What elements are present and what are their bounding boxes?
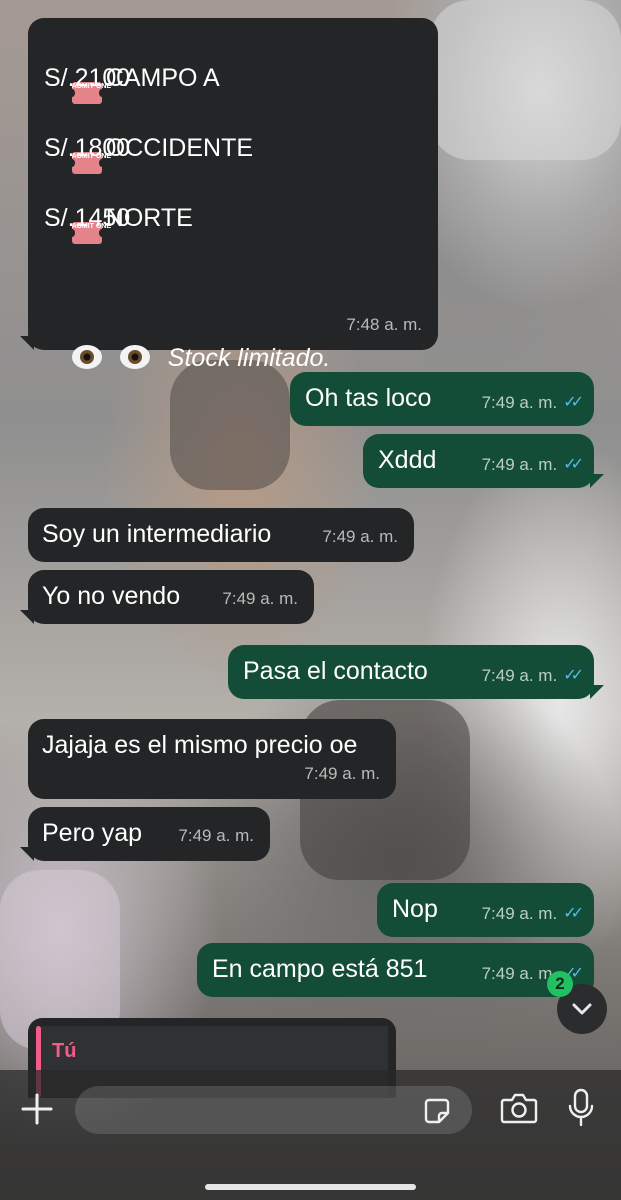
message-text: Xddd	[378, 446, 437, 474]
message-text: Oh tas loco	[305, 384, 432, 412]
plus-icon[interactable]	[20, 1092, 54, 1126]
message-bubble-outgoing[interactable]: En campo está 851 7:49 a. m. ✓✓	[197, 943, 594, 997]
eyes-emoji	[71, 345, 102, 369]
eyes-emoji	[119, 345, 150, 369]
message-input[interactable]	[75, 1086, 472, 1134]
message-time: 7:48 a. m.	[346, 315, 422, 334]
message-bubble-outgoing[interactable]: Xddd 7:49 a. m. ✓✓	[363, 434, 594, 488]
message-meta: 7:49 a. m. ✓✓	[482, 658, 584, 693]
bubble-tail	[20, 847, 34, 861]
message-meta: 7:49 a. m. ✓✓	[482, 385, 584, 420]
message-time: 7:49 a. m.	[481, 964, 558, 983]
double-check-icon: ✓✓	[563, 456, 584, 473]
message-time: 7:49 a. m.	[322, 527, 398, 546]
composer-bar	[0, 1070, 621, 1200]
bubble-tail	[20, 336, 34, 350]
price-line: S/.1450	[44, 204, 131, 232]
message-text: Yo no vendo	[42, 582, 181, 610]
price-line: S/.1800	[44, 134, 131, 162]
message-text: Nop	[392, 895, 438, 923]
message-bubble-incoming[interactable]: Soy un intermediario 7:49 a. m.	[28, 508, 414, 562]
bubble-tail	[590, 685, 604, 699]
chevron-down-icon	[572, 1003, 592, 1015]
price-line: S/.2100	[44, 64, 131, 92]
message-text: Pasa el contacto	[243, 657, 428, 685]
sticker-icon[interactable]	[423, 1097, 451, 1125]
reply-author: Tú	[52, 1040, 77, 1062]
wallpaper-photo-shape	[430, 0, 621, 160]
message-text: Pero yap	[42, 819, 143, 847]
message-time: 7:49 a. m.	[481, 455, 558, 474]
unread-badge: 2	[547, 971, 573, 997]
message-bubble-incoming[interactable]: Jajaja es el mismo precio oe 7:49 a. m.	[28, 719, 396, 799]
home-indicator	[205, 1184, 416, 1190]
double-check-icon: ✓✓	[563, 905, 584, 922]
message-text: En campo está 851	[212, 955, 428, 983]
double-check-icon: ✓✓	[563, 667, 584, 684]
message-time: 7:49 a. m.	[304, 764, 380, 783]
microphone-icon[interactable]	[566, 1088, 596, 1128]
message-time: 7:49 a. m.	[222, 589, 298, 608]
stock-line: Stock limitado.	[44, 306, 330, 411]
message-time: 7:49 a. m.	[178, 826, 254, 845]
double-check-icon: ✓✓	[563, 394, 584, 411]
message-meta: 7:49 a. m. ✓✓	[482, 896, 584, 931]
message-bubble-incoming[interactable]: Yo no vendo 7:49 a. m.	[28, 570, 314, 624]
message-bubble-incoming[interactable]: Pero yap 7:49 a. m.	[28, 807, 270, 861]
message-time: 7:49 a. m.	[481, 393, 558, 412]
bubble-tail	[590, 474, 604, 488]
camera-icon[interactable]	[500, 1092, 538, 1124]
message-meta: 7:49 a. m. ✓✓	[482, 447, 584, 482]
message-bubble-outgoing[interactable]: Pasa el contacto 7:49 a. m. ✓✓	[228, 645, 594, 699]
message-bubble-outgoing[interactable]: Oh tas loco 7:49 a. m. ✓✓	[290, 372, 594, 426]
message-time: 7:49 a. m.	[481, 904, 558, 923]
message-bubble-outgoing[interactable]: Nop 7:49 a. m. ✓✓	[377, 883, 594, 937]
message-bubble-incoming[interactable]: ADMIT ONECAMPO A S/.2100 ADMIT ONEOCCIDE…	[28, 18, 438, 372]
bubble-tail	[20, 610, 34, 624]
message-text: Soy un intermediario	[42, 520, 272, 548]
message-time: 7:49 a. m.	[481, 666, 558, 685]
